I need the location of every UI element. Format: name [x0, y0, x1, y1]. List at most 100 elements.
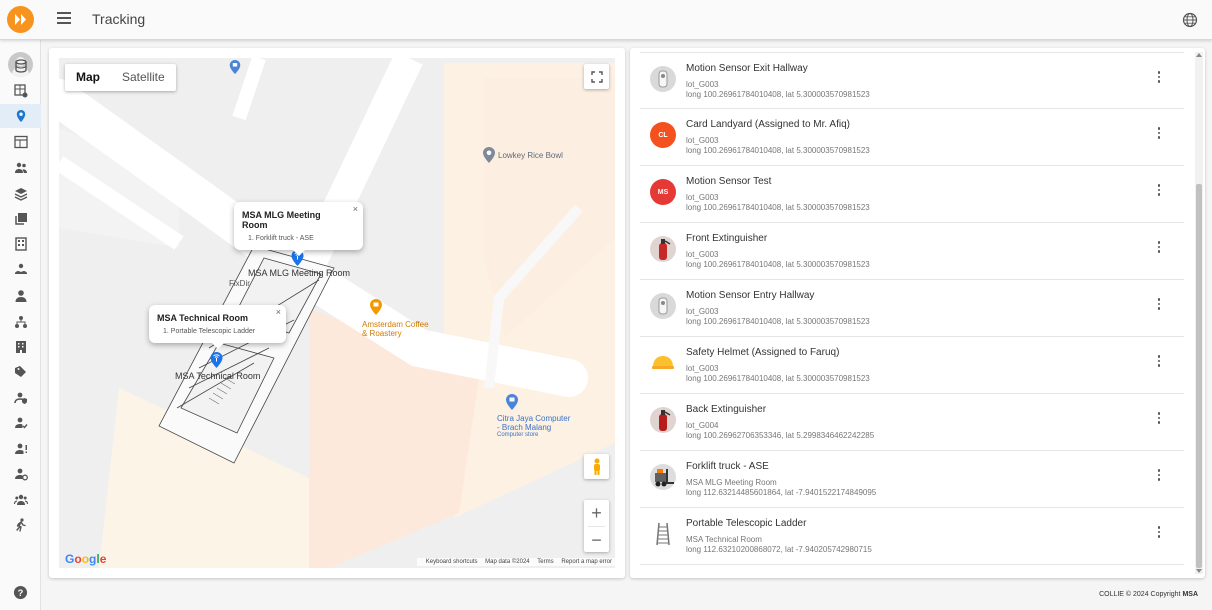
poi-amsterdam-2[interactable]: & Roastery: [362, 329, 402, 338]
device-name: Portable Telescopic Ladder: [686, 518, 807, 529]
sidebar-item-6[interactable]: [0, 207, 41, 231]
sidebar-item-3[interactable]: [0, 130, 41, 154]
infowindow-title: MSA MLG Meeting Room: [242, 210, 321, 230]
sidebar-item-17[interactable]: [0, 488, 41, 512]
map-type-satellite-button[interactable]: Satellite: [111, 64, 176, 91]
more-vert-icon[interactable]: [1154, 69, 1164, 85]
sidebar-item-4[interactable]: [0, 156, 41, 180]
device-list-item[interactable]: Forklift truck - ASE MSA MLG Meeting Room…: [640, 451, 1184, 508]
sidebar: ?: [0, 40, 41, 610]
zoom-out-button[interactable]: −: [584, 527, 609, 553]
street-view-button[interactable]: [584, 454, 609, 479]
map-type-map-button[interactable]: Map: [65, 64, 111, 91]
sidebar-item-5[interactable]: [0, 182, 41, 206]
more-vert-icon[interactable]: [1154, 467, 1164, 483]
sidebar-item-7[interactable]: [0, 232, 41, 256]
fullscreen-button[interactable]: [584, 64, 609, 89]
google-logo[interactable]: Google: [65, 552, 106, 566]
device-location: lot_G003: [686, 80, 719, 89]
more-vert-icon[interactable]: [1154, 524, 1164, 540]
infowindow-title: MSA Technical Room: [157, 313, 249, 323]
keyboard-shortcuts-link[interactable]: Keyboard shortcuts: [426, 559, 478, 565]
sidebar-item-13[interactable]: [0, 386, 41, 410]
database-icon: [14, 59, 27, 73]
device-list-item[interactable]: Motion Sensor Entry Hallway lot_G003 long …: [640, 280, 1184, 337]
scroll-down-arrow[interactable]: [1196, 569, 1202, 573]
device-list-item[interactable]: CL Card Landyard (Assigned to Mr. Afiq) lo…: [640, 109, 1184, 166]
device-list-item[interactable]: Portable Telescopic Ladder MSA Technical …: [640, 508, 1184, 565]
device-list-item[interactable]: Safety Helmet (Assigned to Faruq) lot_G00…: [640, 337, 1184, 394]
zoom-in-button[interactable]: +: [584, 500, 609, 526]
map-marker-icon[interactable]: [229, 60, 241, 74]
device-location: lot_G003: [686, 364, 719, 373]
scroll-up-arrow[interactable]: [1196, 53, 1202, 57]
globe-icon[interactable]: [1182, 12, 1198, 28]
device-coordinates: long 100.26961784010408, lat 5.300003570…: [686, 146, 870, 155]
sidebar-item-9[interactable]: [0, 284, 41, 308]
sidebar-item-0[interactable]: [0, 54, 41, 78]
poi-amsterdam-1[interactable]: Amsterdam Coffee: [362, 320, 429, 329]
store-marker-icon[interactable]: [506, 394, 518, 410]
terms-link[interactable]: Terms: [537, 559, 553, 565]
scrollbar-thumb[interactable]: [1196, 184, 1202, 568]
device-avatar: [650, 407, 676, 433]
fullscreen-icon: [590, 70, 603, 83]
help-icon[interactable]: ?: [13, 585, 28, 600]
poi-lowkey[interactable]: Lowkey Rice Bowl: [498, 151, 563, 160]
poi-fixdir: FixDir: [229, 279, 250, 288]
tags-icon: [14, 366, 26, 377]
more-vert-icon[interactable]: [1154, 296, 1164, 312]
sidebar-item-10[interactable]: [0, 310, 41, 334]
map-label-mlg-room: MSA MLG Meeting Room: [248, 268, 351, 278]
device-avatar: CL: [650, 122, 676, 148]
more-vert-icon[interactable]: [1154, 125, 1164, 141]
device-coordinates: long 100.26961784010408, lat 5.300003570…: [686, 90, 870, 99]
sidebar-item-14[interactable]: [0, 411, 41, 435]
device-coordinates: long 100.26962706353346, lat 5.299834646…: [686, 431, 875, 440]
sidebar-item-2[interactable]: [0, 104, 41, 128]
tracking-marker-icon[interactable]: [210, 352, 223, 368]
more-vert-icon[interactable]: [1154, 410, 1164, 426]
device-avatar: [650, 464, 676, 490]
menu-icon[interactable]: [57, 12, 71, 26]
pegman-icon: [593, 458, 600, 475]
device-list-item[interactable]: Front Extinguisher lot_G003 long 100.26961…: [640, 223, 1184, 280]
more-vert-icon[interactable]: [1154, 182, 1164, 198]
device-list-item[interactable]: Back Extinguisher lot_G004 long 100.269627…: [640, 394, 1184, 451]
infowindow-item: 1. Forklift truck - ASE: [248, 235, 314, 242]
sidebar-item-1[interactable]: [0, 79, 41, 103]
more-vert-icon[interactable]: [1154, 353, 1164, 369]
device-avatar: [650, 66, 676, 92]
scrollbar[interactable]: [1195, 52, 1203, 574]
device-avatar: [650, 350, 676, 376]
device-list-card: Motion Sensor Exit Hallway lot_G003 long 1…: [630, 48, 1205, 578]
poi-citra-2[interactable]: - Brach Malang: [497, 423, 551, 432]
close-icon[interactable]: ×: [276, 307, 281, 317]
map-card: Lowkey Rice Bowl Amsterdam Coffee & Roas…: [49, 48, 625, 578]
device-coordinates: long 100.26961784010408, lat 5.300003570…: [686, 260, 870, 269]
google-logo-letter: o: [74, 552, 82, 566]
sidebar-item-16[interactable]: [0, 462, 41, 486]
cafe-marker-icon[interactable]: [370, 299, 382, 315]
sidebar-item-18[interactable]: [0, 513, 41, 537]
zoom-control: + −: [584, 500, 609, 552]
device-location: lot_G003: [686, 193, 719, 202]
device-name: Safety Helmet (Assigned to Faruq): [686, 347, 840, 358]
poi-citra-1[interactable]: Citra Jaya Computer: [497, 414, 570, 423]
sidebar-item-12[interactable]: [0, 360, 41, 384]
report-error-link[interactable]: Report a map error: [561, 559, 612, 565]
hands-icon: [14, 263, 27, 274]
device-list-item[interactable]: MS Motion Sensor Test lot_G003 long 100.269…: [640, 166, 1184, 223]
device-avatar: [650, 293, 676, 319]
more-vert-icon[interactable]: [1154, 239, 1164, 255]
map-marker-icon[interactable]: [483, 147, 495, 163]
sidebar-item-11[interactable]: [0, 335, 41, 359]
device-coordinates: long 112.63210200868072, lat -7.94020574…: [686, 545, 872, 554]
device-list-item[interactable]: Motion Sensor Exit Hallway lot_G003 long 1…: [640, 52, 1184, 109]
map-view[interactable]: Lowkey Rice Bowl Amsterdam Coffee & Roas…: [59, 58, 615, 568]
close-icon[interactable]: ×: [353, 204, 358, 214]
sidebar-item-8[interactable]: [0, 257, 41, 281]
sidebar-item-15[interactable]: [0, 437, 41, 461]
app-logo[interactable]: [7, 6, 34, 33]
poi-citra-3[interactable]: Computer store: [497, 432, 538, 438]
